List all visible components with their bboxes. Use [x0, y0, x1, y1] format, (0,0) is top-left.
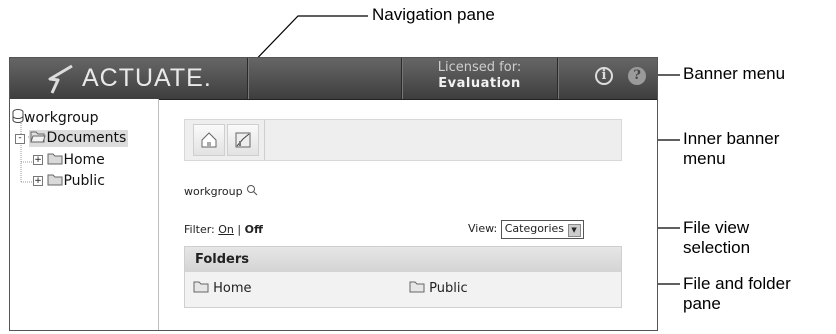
expand-icon[interactable]: + — [33, 176, 43, 186]
location-label: workgroup — [184, 185, 243, 198]
navigation-pane: workgroup - Documents + Home + Public — [10, 99, 159, 330]
filter-control: Filter: On | Off — [184, 223, 263, 236]
help-icon[interactable]: ? — [628, 67, 646, 85]
license-value: Evaluation — [438, 76, 521, 91]
view-select-value: Categories — [504, 222, 565, 235]
folder-label: Home — [213, 281, 252, 296]
folder-icon — [409, 281, 425, 293]
tree-selected-bg: Documents — [29, 130, 129, 147]
location-breadcrumb: workgroup — [184, 184, 258, 198]
folder-item-public[interactable]: Public — [409, 280, 468, 296]
inner-banner-menu — [184, 119, 622, 161]
app-window: ACTUATE. Licensed for: Evaluation i ? wo… — [9, 57, 658, 331]
expand-icon[interactable]: + — [33, 155, 43, 165]
filter-off-label: Off — [244, 223, 263, 236]
tree-label-home: Home — [63, 152, 105, 168]
chevron-down-icon[interactable]: ▼ — [567, 224, 581, 237]
folder-icon — [47, 153, 63, 165]
report-icon — [235, 132, 251, 148]
license-label: Licensed for: — [437, 60, 522, 75]
home-button[interactable] — [193, 124, 225, 156]
filter-label: Filter: — [184, 223, 215, 236]
tree-item-workgroup[interactable]: workgroup — [12, 109, 99, 126]
tree-item-documents[interactable]: - Documents — [15, 130, 129, 147]
search-icon[interactable] — [246, 184, 258, 196]
license-info: Licensed for: Evaluation — [403, 60, 556, 92]
folder-icon — [193, 281, 209, 293]
filter-separator: | — [237, 223, 242, 236]
folders-header: Folders — [185, 247, 621, 272]
folder-label: Public — [429, 281, 468, 296]
tree-label-workgroup: workgroup — [24, 110, 99, 126]
report-button[interactable] — [227, 124, 259, 156]
tree-label-documents: Documents — [46, 130, 127, 146]
actuate-logo-text: ACTUATE. — [82, 64, 212, 92]
folder-icon — [47, 174, 63, 186]
tree-label-public: Public — [63, 173, 105, 189]
collapse-icon[interactable]: - — [15, 134, 25, 144]
info-icon[interactable]: i — [595, 67, 613, 85]
inner-banner-divider — [264, 120, 265, 160]
view-select[interactable]: Categories ▼ — [500, 220, 584, 239]
content-area: workgroup Filter: On | Off View: Categor… — [168, 99, 657, 330]
folder-item-home[interactable]: Home — [193, 280, 252, 296]
actuate-logo-icon — [48, 64, 73, 94]
view-control: View: Categories ▼ — [468, 220, 584, 239]
banner-divider — [557, 58, 559, 99]
tree-item-public[interactable]: + Public — [33, 173, 105, 189]
home-icon — [201, 132, 217, 148]
view-label: View: — [468, 222, 498, 235]
filter-on-link[interactable]: On — [218, 223, 234, 236]
top-banner: ACTUATE. Licensed for: Evaluation i ? — [10, 58, 657, 100]
database-icon — [12, 109, 24, 123]
file-folder-pane: Folders Home Public — [184, 246, 622, 308]
tree-item-home[interactable]: + Home — [33, 152, 105, 168]
folder-open-icon — [30, 131, 47, 143]
banner-divider — [247, 58, 249, 99]
